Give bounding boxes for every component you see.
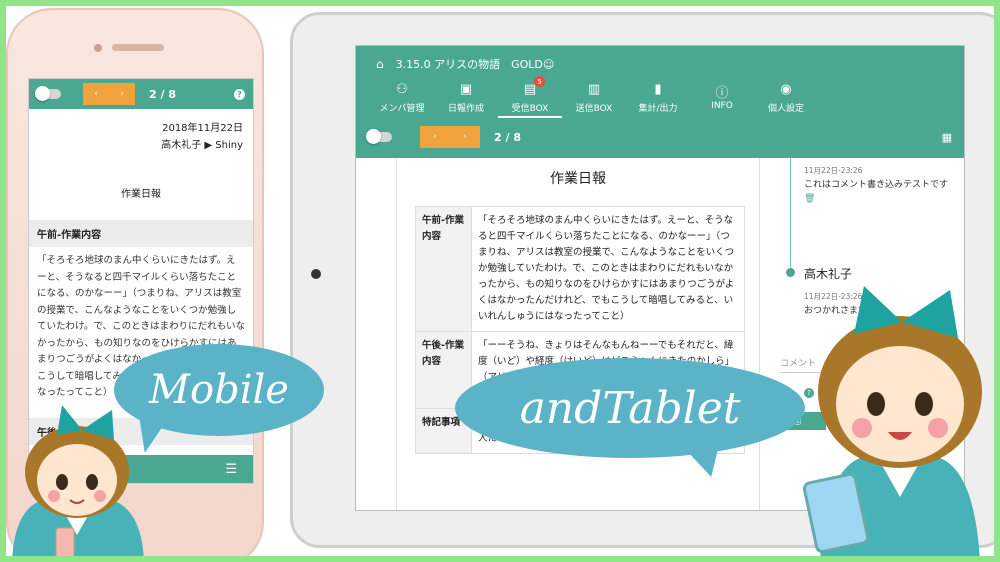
view-toggle[interactable] [366, 129, 392, 144]
nav-aggregate[interactable]: ▮ 集計/出力 [626, 82, 690, 118]
help-icon[interactable]: ? [234, 88, 245, 100]
nav-members[interactable]: ⚇ メンバ管理 [370, 82, 434, 118]
pager: ‹ › [83, 83, 135, 105]
comment-time: 11月22日-23:26 [804, 166, 863, 175]
home-icon[interactable]: ⌂ [376, 57, 384, 71]
page-count: 2 / 8 [494, 130, 521, 144]
add-person-icon: ⚇ [396, 82, 408, 97]
tablet-callout: andTablet [455, 358, 805, 458]
app-title: 3.15.0 アリスの物語 GOLD☺ [395, 58, 555, 71]
timeline-line [790, 158, 791, 268]
prev-page-button[interactable]: ‹ [83, 83, 109, 105]
nav-label: INFO [711, 101, 733, 111]
doc-title: 作業日報 [121, 189, 161, 200]
prev-page-button[interactable]: ‹ [420, 126, 450, 148]
nav-label: 集計/出力 [638, 104, 678, 114]
phone-toolbar: ‹ › 2 / 8 ? [29, 79, 253, 109]
nav-label: 送信BOX [575, 104, 613, 114]
row-label: 午前-作業内容 [415, 206, 472, 332]
commenter-name: 高木礼子 [804, 267, 853, 281]
nav-label: 日報作成 [447, 104, 484, 114]
view-toggle[interactable] [35, 86, 61, 101]
inbox-badge: 5 [534, 76, 545, 87]
new-report-icon: ▣ [459, 82, 473, 97]
doc-title: 作業日報 [550, 171, 606, 187]
nav-label: 受信BOX [511, 104, 549, 114]
nav-create-report[interactable]: ▣ 日報作成 [434, 82, 498, 118]
girl-with-phone-illustration [2, 400, 152, 562]
row-text: 「そろそろ地球のまん中くらいにきたはず。えーと、そうなると四千マイルくらい落ちた… [471, 206, 745, 332]
app-title-bar: ⌂ 3.15.0 アリスの物語 GOLD☺ [356, 46, 964, 72]
nav-outbox[interactable]: ▥ 送信BOX [562, 82, 626, 118]
report-author: 高木礼子 ▶ Shiny [161, 140, 243, 151]
morning-label: 午前-作業内容 [29, 220, 253, 247]
tablet-toolbar: ‹ › 2 / 8 ▦ [356, 118, 964, 148]
menu-icon[interactable]: ☰ [225, 462, 237, 477]
nav-inbox[interactable]: ▤ 5 受信BOX [498, 76, 562, 118]
pager: ‹ › [420, 126, 480, 148]
next-page-button[interactable]: › [109, 83, 135, 105]
account-icon: ◉ [780, 82, 792, 97]
grid-view-icon[interactable]: ▦ [942, 131, 952, 144]
bar-chart-icon: ▮ [654, 82, 662, 97]
nav-label: メンバ管理 [379, 104, 425, 114]
page-count: 2 / 8 [149, 87, 176, 101]
trash-icon[interactable]: 🗑 [804, 194, 815, 204]
comment-text: これはコメント書き込みテストです [804, 180, 949, 190]
girl-with-tablet-illustration [790, 282, 1000, 562]
main-nav: ⚇ メンバ管理 ▣ 日報作成 ▤ 5 受信BOX ▥ 送信BOX ▮ 集計/出力… [356, 76, 964, 118]
info-icon: ⓘ [715, 86, 729, 101]
phone-speaker [112, 44, 164, 51]
next-page-button[interactable]: › [450, 126, 480, 148]
outbox-icon: ▥ [587, 82, 601, 97]
nav-label: 個人設定 [767, 104, 804, 114]
report-date: 2018年11月22日 [162, 123, 243, 134]
tablet-header: ⌂ 3.15.0 アリスの物語 GOLD☺ ⚇ メンバ管理 ▣ 日報作成 ▤ 5… [356, 46, 964, 158]
table-row: 午前-作業内容 「そろそろ地球のまん中くらいにきたはず。えーと、そうなると四千マ… [415, 206, 745, 332]
tablet-camera [311, 269, 321, 279]
phone-camera [94, 44, 102, 52]
timeline-dot [786, 268, 795, 277]
comment-item: 11月22日-23:26 これはコメント書き込みテストです 🗑 [804, 164, 954, 206]
nav-info[interactable]: ⓘ INFO [690, 82, 754, 118]
nav-settings[interactable]: ◉ 個人設定 [754, 82, 818, 118]
